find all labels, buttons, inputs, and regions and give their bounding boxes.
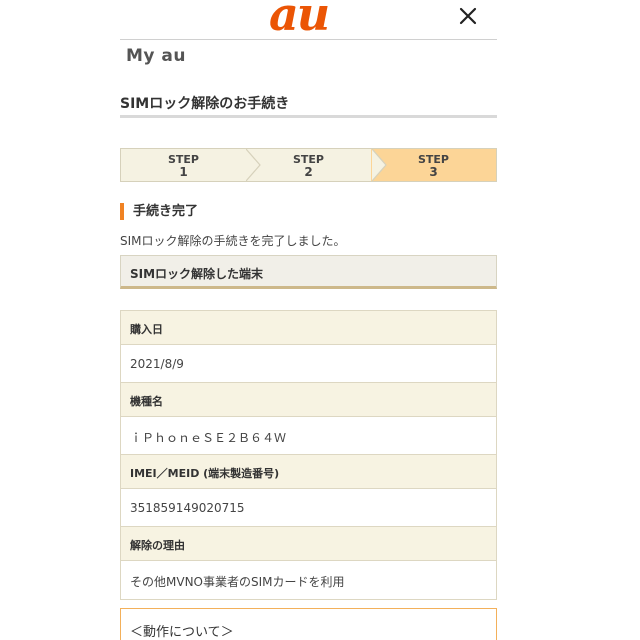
- section-heading: 手続き完了: [120, 203, 198, 220]
- imei-label: IMEI／MEID (端末製造番号): [121, 455, 496, 489]
- brand-title: My au: [126, 46, 186, 66]
- purchase-date-value: 2021/8/9: [121, 345, 496, 383]
- close-button[interactable]: [456, 4, 480, 28]
- step-indicator: STEP 1 STEP 2 STEP 3: [120, 148, 497, 182]
- completion-message: SIMロック解除の手続きを完了しました。: [120, 234, 346, 248]
- app-header: au: [120, 0, 497, 42]
- device-info-table: 購入日 2021/8/9 機種名 ｉＰｈｏｎｅＳＥ２Ｂ６４Ｗ IMEI／MEID…: [120, 310, 497, 600]
- model-label: 機種名: [121, 383, 496, 417]
- close-icon: [459, 7, 477, 25]
- purchase-date-label: 購入日: [121, 311, 496, 345]
- step-separator-arrow: [246, 149, 264, 181]
- au-logo[interactable]: au: [269, 0, 330, 42]
- operation-notice: ＜動作について＞: [120, 608, 497, 640]
- step-1: STEP 1: [121, 149, 246, 181]
- step-1-number: 1: [179, 165, 188, 179]
- step-2: STEP 2: [246, 149, 371, 181]
- step-2-number: 2: [304, 165, 313, 179]
- reason-label: 解除の理由: [121, 527, 496, 561]
- imei-value: 351859149020715: [121, 489, 496, 527]
- reason-value: その他MVNO事業者のSIMカードを利用: [121, 561, 496, 599]
- model-value: ｉＰｈｏｎｅＳＥ２Ｂ６４Ｗ: [121, 417, 496, 455]
- device-box-title: SIMロック解除した端末: [120, 255, 497, 289]
- page-title: SIMロック解除のお手続き: [120, 90, 497, 118]
- step-separator-arrow: [372, 149, 390, 181]
